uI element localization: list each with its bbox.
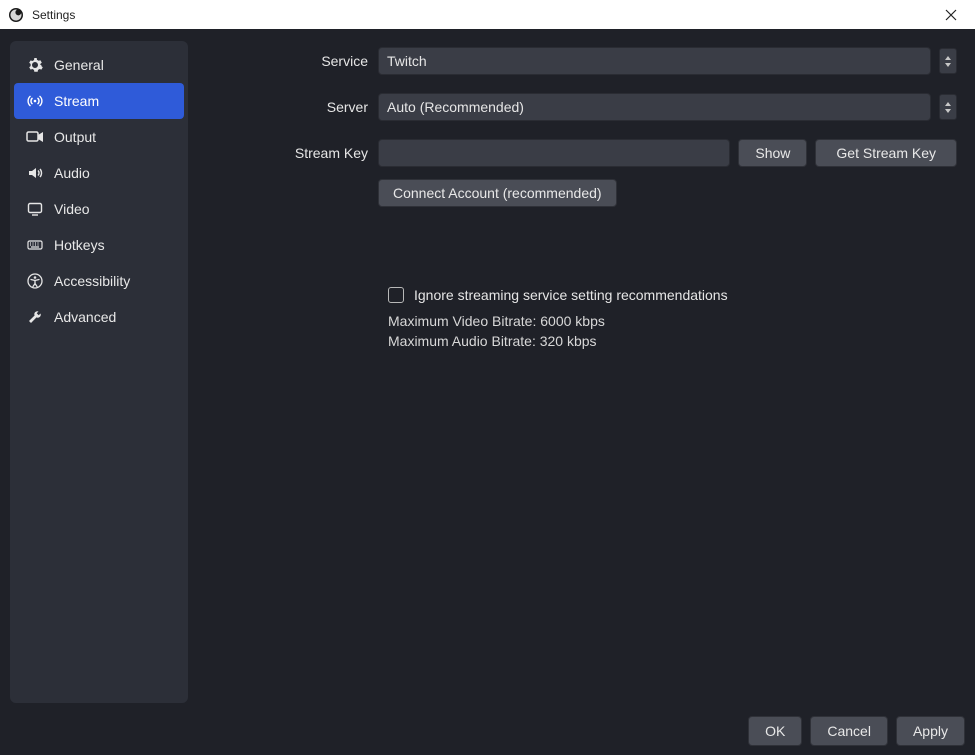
service-spin[interactable] bbox=[939, 48, 957, 74]
monitor-icon bbox=[26, 200, 44, 218]
obs-app-icon bbox=[8, 7, 24, 23]
sidebar-item-label: General bbox=[54, 57, 104, 73]
accessibility-icon bbox=[26, 272, 44, 290]
gear-icon bbox=[26, 56, 44, 74]
sidebar-item-label: Video bbox=[54, 201, 90, 217]
sidebar-item-label: Hotkeys bbox=[54, 237, 105, 253]
sidebar-item-accessibility[interactable]: Accessibility bbox=[14, 263, 184, 299]
server-spin[interactable] bbox=[939, 94, 957, 120]
window-close-button[interactable] bbox=[933, 0, 969, 29]
connect-account-button[interactable]: Connect Account (recommended) bbox=[378, 179, 617, 207]
service-row: Service Twitch bbox=[208, 47, 957, 75]
sidebar-item-video[interactable]: Video bbox=[14, 191, 184, 227]
app-body: General Stream Output Audio Video bbox=[0, 29, 975, 755]
server-label: Server bbox=[208, 99, 378, 115]
sidebar-item-advanced[interactable]: Advanced bbox=[14, 299, 184, 335]
streamkey-input[interactable] bbox=[378, 139, 730, 167]
settings-sidebar: General Stream Output Audio Video bbox=[10, 41, 188, 703]
server-row: Server Auto (Recommended) bbox=[208, 93, 957, 121]
service-value: Twitch bbox=[387, 53, 427, 69]
stream-settings-panel: Service Twitch Server Auto (Recommended)… bbox=[200, 41, 965, 703]
speaker-icon bbox=[26, 164, 44, 182]
service-label: Service bbox=[208, 53, 378, 69]
show-button[interactable]: Show bbox=[738, 139, 807, 167]
sidebar-item-label: Audio bbox=[54, 165, 90, 181]
titlebar: Settings bbox=[0, 0, 975, 29]
sidebar-item-label: Stream bbox=[54, 93, 99, 109]
ignore-recommendations-checkbox[interactable] bbox=[388, 287, 404, 303]
streamkey-label: Stream Key bbox=[208, 145, 378, 161]
ignore-recommendations-row: Ignore streaming service setting recomme… bbox=[388, 287, 957, 303]
connect-row: Connect Account (recommended) bbox=[208, 179, 957, 207]
sidebar-item-label: Advanced bbox=[54, 309, 116, 325]
window-title: Settings bbox=[32, 8, 75, 22]
cancel-button[interactable]: Cancel bbox=[810, 716, 888, 746]
sidebar-item-audio[interactable]: Audio bbox=[14, 155, 184, 191]
dialog-footer: OK Cancel Apply bbox=[0, 707, 975, 755]
server-select[interactable]: Auto (Recommended) bbox=[378, 93, 931, 121]
get-stream-key-button[interactable]: Get Stream Key bbox=[815, 139, 957, 167]
sidebar-item-hotkeys[interactable]: Hotkeys bbox=[14, 227, 184, 263]
ignore-recommendations-label: Ignore streaming service setting recomme… bbox=[414, 287, 728, 303]
sidebar-item-output[interactable]: Output bbox=[14, 119, 184, 155]
ok-button[interactable]: OK bbox=[748, 716, 802, 746]
tools-icon bbox=[26, 308, 44, 326]
service-select[interactable]: Twitch bbox=[378, 47, 931, 75]
streamkey-row: Stream Key Show Get Stream Key bbox=[208, 139, 957, 167]
antenna-icon bbox=[26, 92, 44, 110]
sidebar-item-label: Output bbox=[54, 129, 96, 145]
max-video-bitrate-text: Maximum Video Bitrate: 6000 kbps bbox=[388, 311, 957, 331]
sidebar-item-stream[interactable]: Stream bbox=[14, 83, 184, 119]
apply-button[interactable]: Apply bbox=[896, 716, 965, 746]
server-value: Auto (Recommended) bbox=[387, 99, 524, 115]
keyboard-icon bbox=[26, 236, 44, 254]
output-icon bbox=[26, 128, 44, 146]
max-audio-bitrate-text: Maximum Audio Bitrate: 320 kbps bbox=[388, 331, 957, 351]
sidebar-item-label: Accessibility bbox=[54, 273, 130, 289]
sidebar-item-general[interactable]: General bbox=[14, 47, 184, 83]
